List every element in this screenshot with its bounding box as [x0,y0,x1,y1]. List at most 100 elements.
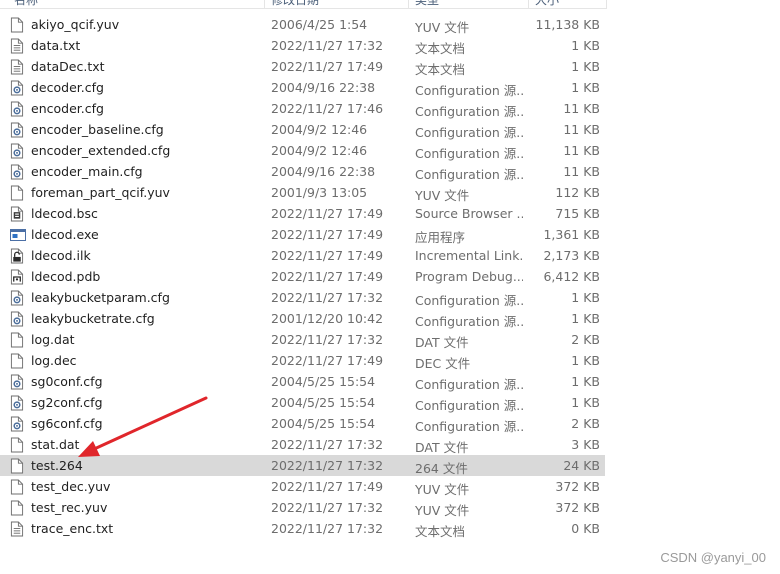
file-size: 6,412 KB [543,269,600,284]
file-type: Configuration 源... [415,83,523,98]
file-name: leakybucketrate.cfg [31,311,155,326]
file-name: test.264 [31,458,83,473]
file-name: akiyo_qcif.yuv [31,17,120,32]
file-row[interactable]: dataDec.txt 2022/11/27 17:49 文本文档 1 KB [0,56,605,77]
file-date-modified: 2022/11/27 17:49 [271,269,384,284]
file-row[interactable]: log.dec 2022/11/27 17:49 DEC 文件 1 KB [0,350,605,371]
file-size: 1 KB [571,80,600,95]
file-type: Program Debug... [415,269,523,284]
file-row[interactable]: decoder.cfg 2004/9/16 22:38 Configuration … [0,77,605,98]
file-row[interactable]: foreman_part_qcif.yuv 2001/9/3 13:05 YUV 文… [0,182,605,203]
file-size: 1 KB [571,59,600,74]
column-size-header[interactable]: 大小 [535,0,559,8]
blank-file-icon [10,500,24,516]
text-file-icon [10,521,24,537]
file-name: dataDec.txt [31,59,105,74]
config-file-icon [10,374,24,390]
file-row[interactable]: ldecod.bsc 2022/11/27 17:49 Source Browser… [0,203,605,224]
file-name: trace_enc.txt [31,521,114,536]
text-file-icon [10,59,24,75]
config-file-icon [10,311,24,327]
text-file-icon [10,38,24,54]
file-type: Configuration 源... [415,419,523,434]
file-size: 11 KB [563,143,600,158]
file-type: 应用程序 [415,230,466,245]
file-size: 0 KB [571,521,600,536]
file-row[interactable]: sg0conf.cfg 2004/5/25 15:54 Configuration … [0,371,605,392]
file-size: 1,361 KB [543,227,600,242]
file-row[interactable]: test_dec.yuv 2022/11/27 17:49 YUV 文件 372 KB [0,476,605,497]
file-row[interactable]: leakybucketrate.cfg 2001/12/20 10:42 Confi… [0,308,605,329]
file-type: 文本文档 [415,524,466,539]
file-name: encoder_main.cfg [31,164,143,179]
file-row[interactable]: encoder_baseline.cfg 2004/9/2 12:46 Config… [0,119,605,140]
bsc-file-icon [10,206,24,222]
file-size: 1 KB [571,395,600,410]
file-date-modified: 2004/9/16 22:38 [271,164,376,179]
file-name: data.txt [31,38,81,53]
column-divider[interactable] [264,0,265,8]
file-name: stat.dat [31,437,80,452]
file-date-modified: 2004/5/25 15:54 [271,395,376,410]
file-type: DAT 文件 [415,335,469,350]
file-size: 2 KB [571,416,600,431]
file-row[interactable]: sg6conf.cfg 2004/5/25 15:54 Configuration … [0,413,605,434]
file-date-modified: 2022/11/27 17:32 [271,437,384,452]
config-file-icon [10,290,24,306]
file-name: encoder_baseline.cfg [31,122,164,137]
file-row[interactable]: test_rec.yuv 2022/11/27 17:32 YUV 文件 372 KB [0,497,605,518]
column-header: 名称 修改日期 类型 大小 [0,0,607,9]
file-date-modified: 2004/5/25 15:54 [271,416,376,431]
file-date-modified: 2006/4/25 1:54 [271,17,368,32]
file-type: 264 文件 [415,461,468,476]
file-date-modified: 2022/11/27 17:49 [271,59,384,74]
file-type: Source Browser ... [415,206,523,221]
file-row[interactable]: akiyo_qcif.yuv 2006/4/25 1:54 YUV 文件 11,138… [0,14,605,35]
file-row[interactable]: data.txt 2022/11/27 17:32 文本文档 1 KB [0,35,605,56]
file-size: 372 KB [555,479,600,494]
file-name: encoder.cfg [31,101,104,116]
file-size: 2 KB [571,332,600,347]
file-row[interactable]: stat.dat 2022/11/27 17:32 DAT 文件 3 KB [0,434,605,455]
column-divider[interactable] [528,0,529,8]
file-row[interactable]: encoder_main.cfg 2004/9/16 22:38 Configura… [0,161,605,182]
column-divider[interactable] [606,0,607,8]
file-type: DEC 文件 [415,356,471,371]
file-name: leakybucketparam.cfg [31,290,170,305]
file-row[interactable]: sg2conf.cfg 2004/5/25 15:54 Configuration … [0,392,605,413]
file-name: decoder.cfg [31,80,104,95]
file-date-modified: 2022/11/27 17:49 [271,206,384,221]
column-name-header[interactable]: 名称 [14,0,38,8]
file-row[interactable]: leakybucketparam.cfg 2022/11/27 17:32 Conf… [0,287,605,308]
file-name: ldecod.pdb [31,269,101,284]
ilk-file-icon [10,248,24,264]
file-date-modified: 2004/9/2 12:46 [271,143,368,158]
file-row[interactable]: log.dat 2022/11/27 17:32 DAT 文件 2 KB [0,329,605,350]
file-date-modified: 2022/11/27 17:32 [271,500,384,515]
column-divider[interactable] [408,0,409,8]
blank-file-icon [10,332,24,348]
file-row[interactable]: ldecod.pdb 2022/11/27 17:49 Program Debug.… [0,266,605,287]
column-date-header[interactable]: 修改日期 [271,0,319,8]
file-type: YUV 文件 [415,188,470,203]
file-row[interactable]: encoder.cfg 2022/11/27 17:46 Configuration… [0,98,605,119]
file-row[interactable]: ldecod.ilk 2022/11/27 17:49 Incremental Li… [0,245,605,266]
file-name: test_dec.yuv [31,479,111,494]
file-size: 715 KB [555,206,600,221]
file-date-modified: 2022/11/27 17:49 [271,248,384,263]
file-row[interactable]: trace_enc.txt 2022/11/27 17:32 文本文档 0 KB [0,518,605,539]
config-file-icon [10,80,24,96]
file-type: 文本文档 [415,41,466,56]
file-type: Configuration 源... [415,398,523,413]
file-type: Configuration 源... [415,146,523,161]
file-size: 372 KB [555,500,600,515]
file-row[interactable]: encoder_extended.cfg 2004/9/2 12:46 Config… [0,140,605,161]
column-type-header[interactable]: 类型 [415,0,439,8]
file-row[interactable]: test.264 2022/11/27 17:32 264 文件 24 KB [0,455,605,476]
file-date-modified: 2022/11/27 17:32 [271,458,384,473]
blank-file-icon [10,458,24,474]
file-size: 112 KB [555,185,600,200]
file-row[interactable]: ldecod.exe 2022/11/27 17:49 应用程序 1,361 KB [0,224,605,245]
config-file-icon [10,122,24,138]
file-size: 3 KB [571,437,600,452]
